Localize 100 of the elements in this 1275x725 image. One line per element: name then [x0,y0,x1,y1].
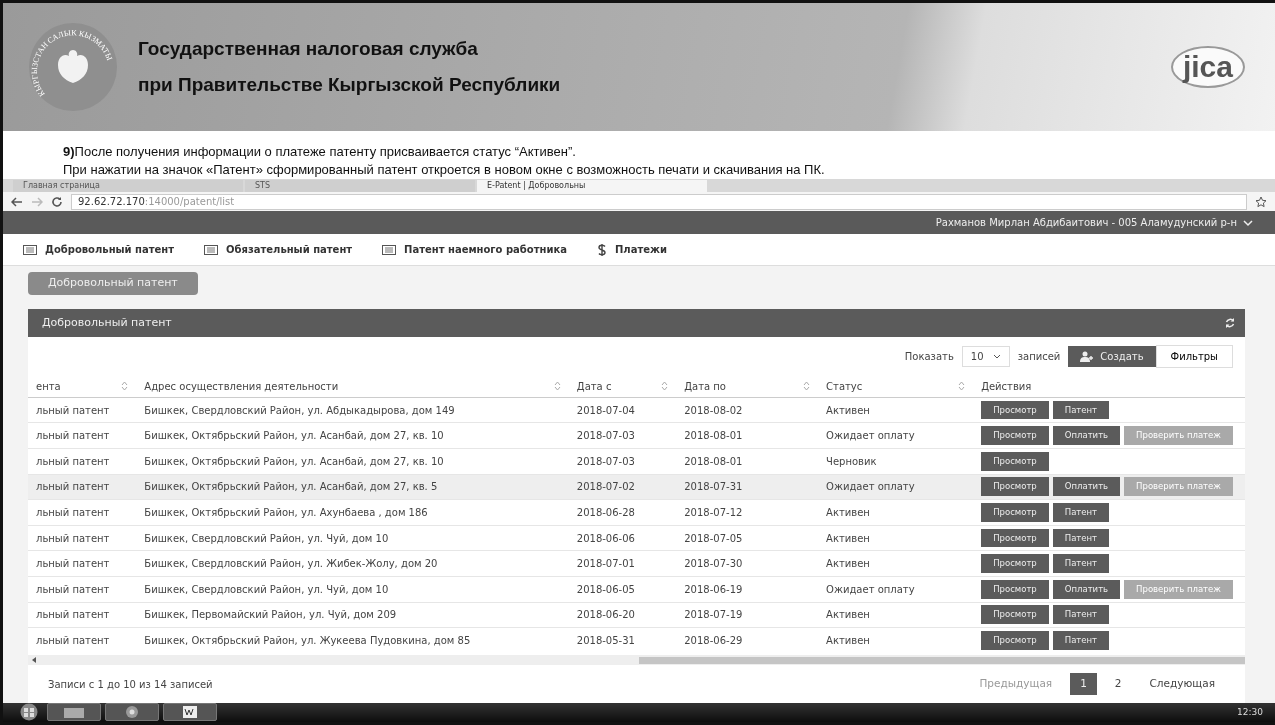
browser-tab[interactable]: Главная страница [13,180,243,193]
clock: 12:30 [1237,705,1264,719]
sort-icon [553,381,561,392]
page-link[interactable]: 2 [1104,673,1132,695]
table-cell: Бишкек, Октябрьский Район, ул. Ахунбаева , дом 186 [144,506,428,518]
table-cell: 2018-07-01 [576,558,635,570]
table-cell: Бишкек, Свердловский Район, ул. Чуй, дом 10 [144,532,389,544]
table-cell: Черновик [826,455,877,467]
browser-icon[interactable] [125,705,139,720]
caret-icon [1243,219,1253,228]
table-cell: льный патент [36,609,110,621]
browser-tab[interactable]: E-Patent | Добровольны [477,180,707,193]
folder-icon[interactable] [63,706,85,719]
table-cell: 2018-06-19 [684,583,743,595]
action-button[interactable]: Просмотр [981,605,1049,625]
table-cell: Бишкек, Свердловский Район, ул. Абдыкадырова, дом 149 [144,404,455,416]
note-text: При нажатии на значок «Патент» сформированный патент откроется в новом окне с возможность печати и скачивания на ПК. [63,161,826,179]
next-link[interactable]: Следующая [1139,673,1225,695]
table-cell: 2018-07-02 [576,481,635,493]
table-cell: Активен [826,506,870,518]
action-button[interactable]: Просмотр [981,631,1049,650]
table-cell: 2018-07-31 [684,481,743,493]
menu-label: Добровольный патент [45,243,174,258]
action-button[interactable]: Патент [1052,400,1110,420]
action-button[interactable]: Патент [1052,503,1110,522]
records-label: записей [1017,349,1061,364]
menu-label: Обязательный патент [226,243,353,258]
refresh-icon [1225,317,1235,328]
table-cell: Активен [826,558,870,570]
table-cell: Бишкек, Свердловский Район, ул. Жибек-Жолу, дом 20 [144,558,438,570]
menu-link[interactable]: Платежи [596,242,667,258]
table-cell: Ожидает оплату [826,583,915,595]
table-cell: льный патент [36,455,110,467]
table-cell: 2018-07-03 [576,430,635,442]
caret-icon [992,353,1001,360]
action-button[interactable]: Оплатить [1052,579,1121,599]
filters-button[interactable]: Фильтры [1155,344,1233,368]
menu-link[interactable]: Обязательный патент [204,242,353,258]
table-cell: Бишкек, Октябрьский Район, ул. Жукеева Пудовкина, дом 85 [144,635,471,647]
records-info: Записи с 1 до 10 из 14 записей [48,677,213,692]
sort-icon [121,381,129,392]
table-cell: льный патент [36,532,110,544]
sort-icon [803,381,811,392]
action-button[interactable]: Просмотр [981,579,1049,599]
table-cell: Активен [826,635,870,647]
menu-link[interactable]: Добровольный патент [23,242,174,258]
table-cell: Бишкек, Свердловский Район, ул. Чуй, дом 10 [144,583,389,595]
table-cell: 2018-07-12 [684,506,743,518]
table-cell: 2018-06-06 [576,532,635,544]
scroll-left-icon [32,657,37,664]
column-header: Статус [826,379,863,394]
table-cell: 2018-06-29 [684,635,743,647]
forward-arrow-icon [31,196,43,207]
user-add-icon [1080,350,1095,362]
action-button[interactable]: Просмотр [981,426,1049,445]
table-cell: 2018-06-28 [576,506,635,518]
card-icon [23,244,37,255]
table-cell: Активен [826,532,870,544]
table-cell: 2018-07-19 [684,609,743,621]
card-icon [382,244,397,255]
action-button[interactable]: Просмотр [981,400,1049,420]
note-text: 9)После получения информации о платеже патенту присваивается статус “Активен”. [63,143,577,161]
action-button[interactable]: Патент [1052,528,1110,548]
action-button[interactable]: Просмотр [981,503,1049,522]
create-button[interactable]: Создать [1068,345,1156,367]
action-button[interactable]: Оплатить [1052,477,1121,497]
action-button[interactable]: Просмотр [981,554,1049,573]
action-button[interactable]: Патент [1052,631,1110,650]
menu-label: Патент наемного работника [404,243,567,258]
document-icon[interactable] [182,705,198,720]
table-cell: 2018-08-02 [684,404,743,416]
sort-icon [661,381,669,392]
page-link[interactable]: 1 [1070,673,1097,695]
action-button[interactable]: Просмотр [981,477,1049,497]
table-cell: 2018-07-04 [576,404,635,416]
action-button[interactable]: Просмотр [981,528,1049,548]
dollar-icon [596,242,607,257]
page-size-select[interactable]: 10 [961,345,1010,367]
address-field[interactable]: 92.62.72.170:14000/patent/list [71,193,1247,210]
table-cell: Бишкек, Октябрьский Район, ул. Асанбай, дом 27, кв. 10 [144,455,444,467]
action-button[interactable]: Патент [1052,554,1110,573]
table-cell: льный патент [36,481,110,493]
table-cell: 2018-06-05 [576,583,635,595]
browser-tab[interactable]: STS [245,180,475,193]
menu-link[interactable]: Патент наемного работника [382,242,567,258]
sort-icon [958,381,966,392]
action-button[interactable]: Просмотр [981,451,1049,471]
table-cell: Бишкек, Октябрьский Район, ул. Асанбай, дом 27, кв. 5 [144,481,438,493]
action-button[interactable]: Патент [1052,605,1110,625]
table-cell: Ожидает оплату [826,481,915,493]
table-cell: Бишкек, Первомайский Район, ул. Чуй, дом 209 [144,609,397,621]
user-menu[interactable]: Рахманов Мирлан Абдибаитович - 005 Аламудунский р-н [935,215,1253,231]
show-label: Показать [904,349,954,364]
table-cell: Активен [826,404,870,416]
action-button[interactable]: Оплатить [1052,426,1121,445]
reload-icon [51,195,63,208]
table-cell: 2018-05-31 [576,635,635,647]
table-cell: 2018-08-01 [684,430,743,442]
table-cell: льный патент [36,558,110,570]
scrollbar-thumb[interactable] [638,656,1245,664]
